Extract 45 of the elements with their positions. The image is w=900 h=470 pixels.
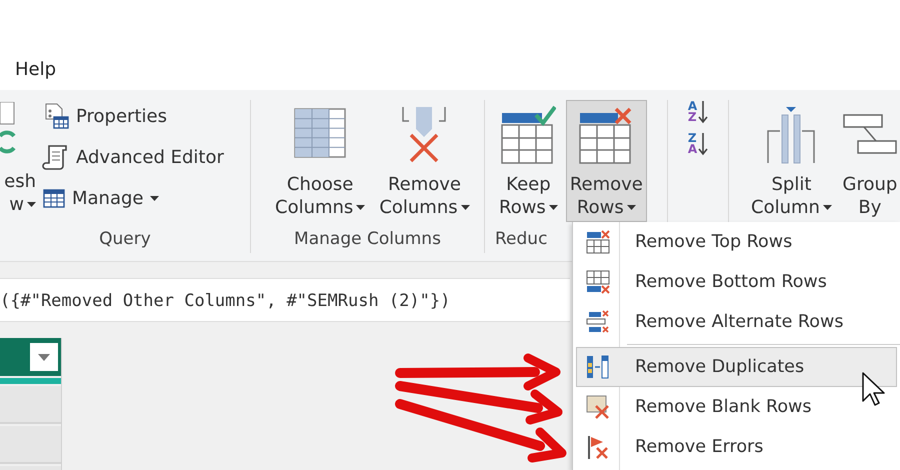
formula-bar[interactable]: ({#"Removed Other Columns", #"SEMRush (2)"}) xyxy=(0,278,570,322)
ribbon-button[interactable]: Keep Rows xyxy=(495,100,562,222)
ribbon-button[interactable]: Group By xyxy=(838,100,900,222)
down-arrow-icon xyxy=(698,132,708,156)
menu-item[interactable]: Remove Duplicates xyxy=(576,347,897,387)
caret-icon xyxy=(38,354,50,360)
group-label: Manage Columns xyxy=(294,229,441,249)
ribbon-button[interactable]: Properties xyxy=(42,100,224,132)
table-delete-icon xyxy=(585,229,611,255)
table-icon xyxy=(42,187,66,209)
table-check-icon xyxy=(500,105,556,165)
menu-item[interactable]: Remove Alternate Rows xyxy=(576,302,897,342)
rows-delete-icon xyxy=(585,309,611,335)
mouse-pointer-icon xyxy=(861,371,887,407)
sort-button[interactable]: Z A xyxy=(688,132,708,156)
sort-button[interactable]: A Z xyxy=(688,100,708,124)
down-arrow-icon xyxy=(698,100,708,124)
caret-icon xyxy=(356,205,366,210)
ribbon-button[interactable]: Remove Columns xyxy=(375,100,474,222)
flag-delete-icon xyxy=(585,434,611,460)
blank-rows-delete-icon xyxy=(585,394,611,420)
caret-icon xyxy=(460,205,470,210)
ribbon-button[interactable]: Advanced Editor xyxy=(42,141,224,173)
column-dropdown-button[interactable] xyxy=(30,343,58,371)
ribbon-button[interactable]: Split Column xyxy=(747,100,836,222)
ribbon-button[interactable]: Manage xyxy=(42,182,224,214)
menu-item[interactable]: Remove Errors xyxy=(576,427,897,467)
ribbon-tab[interactable]: Help xyxy=(15,59,56,80)
ribbon-button[interactable]: Remove Rows xyxy=(566,100,647,222)
table-delete-icon xyxy=(585,269,611,295)
menu-item[interactable]: Remove Blank Rows xyxy=(576,387,897,427)
ribbon-button[interactable]: esh w xyxy=(0,100,36,216)
duplicates-icon xyxy=(585,354,611,380)
column-quality-bar xyxy=(0,378,61,384)
caret-icon xyxy=(548,205,558,210)
menu-item[interactable]: Remove Bottom Rows xyxy=(576,262,897,302)
menu-item[interactable]: Remove Top Rows xyxy=(576,222,897,262)
group-label: Reduc xyxy=(495,229,548,249)
ribbon-button[interactable]: Choose Columns xyxy=(271,100,370,222)
caret-icon xyxy=(27,202,36,207)
group-label: Query xyxy=(99,229,151,249)
caret-icon xyxy=(626,205,636,210)
scroll-icon xyxy=(42,143,70,171)
caret-icon xyxy=(150,196,158,200)
caret-icon xyxy=(822,205,832,210)
